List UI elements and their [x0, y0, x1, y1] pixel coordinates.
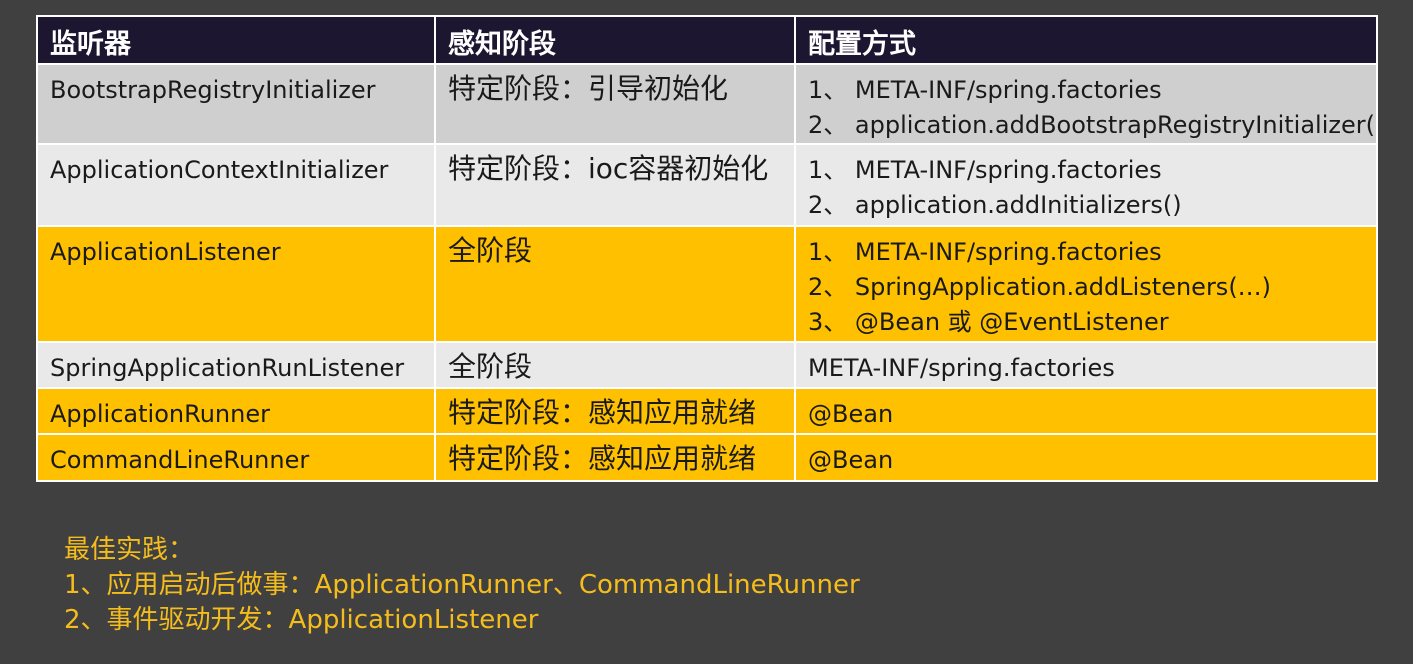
- config-line: 2、 SpringApplication.addListeners(…): [808, 273, 1272, 301]
- config-cell: 1、 META-INF/spring.factories 2、 applicat…: [794, 143, 1378, 227]
- listener-cell: CommandLineRunner: [36, 433, 436, 482]
- config-line: 3、 @Bean 或 @EventListener: [808, 308, 1169, 336]
- best-practice-line: 1、应用启动后做事：ApplicationRunner、CommandLineR…: [64, 570, 860, 600]
- config-line: 2、 application.addBootstrapRegistryIniti…: [808, 111, 1377, 139]
- config-line: 1、 META-INF/spring.factories: [808, 238, 1162, 266]
- listener-cell: SpringApplicationRunListener: [36, 341, 436, 389]
- config-line: 1、 META-INF/spring.factories: [808, 156, 1162, 184]
- listener-cell: BootstrapRegistryInitializer: [36, 63, 436, 145]
- listener-cell: ApplicationRunner: [36, 387, 436, 435]
- table-row: ApplicationRunner 特定阶段：感知应用就绪 @Bean: [36, 387, 1378, 435]
- config-line: 1、 META-INF/spring.factories: [808, 76, 1162, 104]
- stage-cell: 特定阶段：引导初始化: [434, 63, 796, 145]
- table-row: SpringApplicationRunListener 全阶段 META-IN…: [36, 341, 1378, 389]
- header-stage: 感知阶段: [434, 15, 796, 65]
- config-line: 2、 application.addInitializers(): [808, 191, 1182, 219]
- header-config: 配置方式: [794, 15, 1378, 65]
- stage-cell: 特定阶段：感知应用就绪: [434, 387, 796, 435]
- stage-cell: 特定阶段：感知应用就绪: [434, 433, 796, 482]
- best-practice-line: 2、事件驱动开发：ApplicationListener: [64, 605, 539, 635]
- config-cell: @Bean: [794, 387, 1378, 435]
- listener-table-container: 监听器 感知阶段 配置方式 BootstrapRegistryInitializ…: [36, 15, 1378, 482]
- config-cell: 1、 META-INF/spring.factories 2、 applicat…: [794, 63, 1378, 145]
- table-row: ApplicationListener 全阶段 1、 META-INF/spri…: [36, 225, 1378, 343]
- table-header-row: 监听器 感知阶段 配置方式: [36, 15, 1378, 65]
- table-row: ApplicationContextInitializer 特定阶段：ioc容器…: [36, 143, 1378, 227]
- best-practice-note: 最佳实践： 1、应用启动后做事：ApplicationRunner、Comman…: [64, 533, 860, 638]
- config-line: META-INF/spring.factories: [808, 354, 1115, 382]
- listener-cell: ApplicationContextInitializer: [36, 143, 436, 227]
- listener-table: 监听器 感知阶段 配置方式 BootstrapRegistryInitializ…: [36, 15, 1378, 482]
- config-line: @Bean: [808, 400, 894, 428]
- config-cell: @Bean: [794, 433, 1378, 482]
- table-row: BootstrapRegistryInitializer 特定阶段：引导初始化 …: [36, 63, 1378, 145]
- header-listener: 监听器: [36, 15, 436, 65]
- stage-cell: 全阶段: [434, 225, 796, 343]
- config-line: @Bean: [808, 446, 894, 474]
- best-practice-title: 最佳实践：: [64, 535, 195, 565]
- table-row: CommandLineRunner 特定阶段：感知应用就绪 @Bean: [36, 433, 1378, 482]
- stage-cell: 特定阶段：ioc容器初始化: [434, 143, 796, 227]
- config-cell: 1、 META-INF/spring.factories 2、 SpringAp…: [794, 225, 1378, 343]
- config-cell: META-INF/spring.factories: [794, 341, 1378, 389]
- stage-cell: 全阶段: [434, 341, 796, 389]
- listener-cell: ApplicationListener: [36, 225, 436, 343]
